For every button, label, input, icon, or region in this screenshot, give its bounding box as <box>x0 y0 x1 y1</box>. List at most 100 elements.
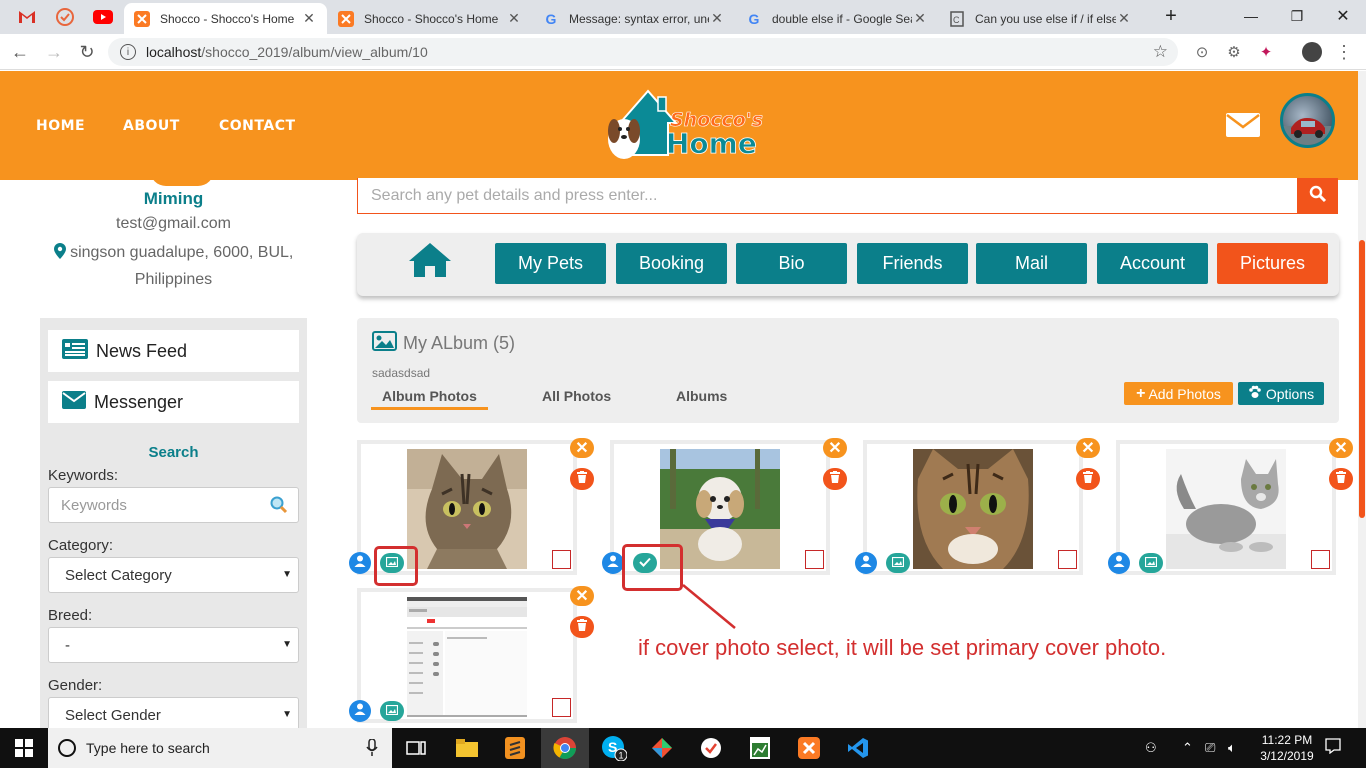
menu-mail[interactable]: Mail <box>976 243 1087 284</box>
extension-icon[interactable]: ⊙ <box>1192 42 1212 62</box>
menu-bio[interactable]: Bio <box>736 243 847 284</box>
add-photos-button[interactable]: + Add Photos <box>1124 382 1233 405</box>
keywords-input[interactable]: Keywords <box>48 487 299 523</box>
category-select[interactable]: Select Category ▼ <box>48 557 299 593</box>
gitkraken-icon[interactable] <box>638 728 686 768</box>
select-photo-checkbox[interactable] <box>552 550 571 569</box>
select-photo-checkbox[interactable] <box>1058 550 1077 569</box>
address-bar[interactable]: i localhost/shocco_2019/album/view_album… <box>108 38 1178 66</box>
tab-albums[interactable]: Albums <box>676 388 727 404</box>
new-tab-button[interactable]: + <box>1148 0 1194 32</box>
set-profile-photo-button[interactable] <box>602 552 624 574</box>
menu-my-pets[interactable]: My Pets <box>495 243 606 284</box>
set-profile-photo-button[interactable] <box>349 552 371 574</box>
task-view-icon[interactable] <box>392 728 440 768</box>
pet-search-input[interactable]: Search any pet details and press enter..… <box>357 178 1298 214</box>
tab-all-photos[interactable]: All Photos <box>542 388 611 404</box>
home-icon[interactable] <box>407 241 453 284</box>
select-photo-checkbox[interactable] <box>805 550 824 569</box>
photo-thumbnail[interactable] <box>913 449 1033 569</box>
volume-icon[interactable]: 🔈︎ <box>1228 740 1236 756</box>
news-feed-button[interactable]: News Feed <box>48 330 299 372</box>
youtube-pinned-tab[interactable] <box>84 3 122 31</box>
extension-icon[interactable]: ✦ <box>1256 42 1276 62</box>
search-button[interactable] <box>1298 178 1338 214</box>
remove-photo-button[interactable]: ✕ <box>823 438 847 458</box>
chrome-icon[interactable] <box>541 728 589 768</box>
people-icon[interactable]: ⚇ <box>1145 740 1157 756</box>
chevron-up-icon[interactable]: ⌃ <box>1182 740 1193 756</box>
bookmark-star-icon[interactable]: ☆ <box>1153 42 1168 62</box>
skype-icon[interactable]: S1 <box>590 728 638 768</box>
user-avatar[interactable] <box>1280 93 1335 148</box>
set-profile-photo-button[interactable] <box>855 552 877 574</box>
menu-friends[interactable]: Friends <box>857 243 968 284</box>
forward-button[interactable]: → <box>42 40 66 64</box>
vscode-icon[interactable] <box>834 728 882 768</box>
minimize-button[interactable]: — <box>1228 0 1274 32</box>
nav-home[interactable]: HOME <box>36 118 85 134</box>
close-tab-icon[interactable]: ✕ <box>301 10 317 27</box>
gmail-pinned-tab[interactable] <box>8 3 46 31</box>
close-tab-icon[interactable]: ✕ <box>1116 10 1132 27</box>
remove-photo-button[interactable]: ✕ <box>570 438 594 458</box>
todoist-taskbar-icon[interactable] <box>687 728 735 768</box>
select-photo-checkbox[interactable] <box>552 698 571 717</box>
page-scrollbar-thumb[interactable] <box>1359 240 1365 518</box>
mail-icon[interactable] <box>1226 113 1260 137</box>
remove-photo-button[interactable]: ✕ <box>570 586 594 606</box>
options-button[interactable]: Options <box>1238 382 1324 405</box>
taskbar-search-box[interactable]: Type here to search <box>48 728 392 768</box>
sheets-app-icon[interactable] <box>736 728 784 768</box>
photo-thumbnail[interactable] <box>1166 449 1286 569</box>
select-photo-checkbox[interactable] <box>1311 550 1330 569</box>
tab-album-photos[interactable]: Album Photos <box>371 388 488 410</box>
delete-photo-button[interactable] <box>570 468 594 490</box>
close-window-button[interactable]: ✕ <box>1320 0 1366 32</box>
microphone-icon[interactable] <box>366 738 378 760</box>
set-profile-photo-button[interactable] <box>1108 552 1130 574</box>
set-cover-photo-button[interactable] <box>380 701 404 721</box>
set-cover-photo-button[interactable] <box>886 553 910 573</box>
file-explorer-icon[interactable] <box>443 728 491 768</box>
messenger-button[interactable]: Messenger <box>48 381 299 423</box>
breed-select[interactable]: - ▼ <box>48 627 299 663</box>
site-logo[interactable]: Shocco's Home <box>600 85 763 167</box>
close-tab-icon[interactable]: ✕ <box>506 10 522 27</box>
delete-photo-button[interactable] <box>570 616 594 638</box>
photo-thumbnail[interactable] <box>407 449 527 569</box>
tab-shocco-active[interactable]: Shocco - Shocco's Home ✕ <box>124 3 327 34</box>
tab-stackoverflow[interactable]: C Can you use else if / if else ✕ <box>939 3 1142 34</box>
menu-pictures[interactable]: Pictures <box>1217 243 1328 284</box>
set-cover-photo-button[interactable] <box>1139 553 1163 573</box>
menu-booking[interactable]: Booking <box>616 243 727 284</box>
set-profile-photo-button[interactable] <box>349 700 371 722</box>
remove-photo-button[interactable]: ✕ <box>1329 438 1353 458</box>
taskbar-clock[interactable]: 11:22 PM 3/12/2019 <box>1252 732 1322 764</box>
nav-contact[interactable]: CONTACT <box>219 118 296 134</box>
xampp-taskbar-icon[interactable] <box>785 728 833 768</box>
notifications-icon[interactable] <box>1325 738 1341 757</box>
tab-shocco[interactable]: Shocco - Shocco's Home ✕ <box>328 3 532 34</box>
extension-icon[interactable]: ⚙ <box>1224 42 1244 62</box>
close-tab-icon[interactable]: ✕ <box>912 10 928 27</box>
windows-start-button[interactable] <box>0 728 48 768</box>
remove-photo-button[interactable]: ✕ <box>1076 438 1100 458</box>
maximize-button[interactable]: ❐ <box>1274 0 1320 32</box>
network-icon[interactable]: ⎚ <box>1205 740 1215 756</box>
menu-dots-icon[interactable]: ⋮ <box>1334 42 1354 62</box>
delete-photo-button[interactable] <box>1076 468 1100 490</box>
back-button[interactable]: ← <box>8 40 32 64</box>
nav-about[interactable]: ABOUT <box>123 118 180 134</box>
close-tab-icon[interactable]: ✕ <box>709 10 725 27</box>
delete-photo-button[interactable] <box>1329 468 1353 490</box>
info-icon[interactable]: i <box>120 44 136 60</box>
profile-avatar[interactable] <box>1302 42 1322 62</box>
menu-account[interactable]: Account <box>1097 243 1208 284</box>
tab-google-search[interactable]: G double else if - Google Sea ✕ <box>736 3 938 34</box>
todoist-pinned-tab[interactable] <box>46 3 84 31</box>
photo-thumbnail[interactable] <box>407 597 527 717</box>
tab-message[interactable]: G Message: syntax error, une ✕ <box>533 3 735 34</box>
sublime-text-icon[interactable] <box>491 728 539 768</box>
delete-photo-button[interactable] <box>823 468 847 490</box>
